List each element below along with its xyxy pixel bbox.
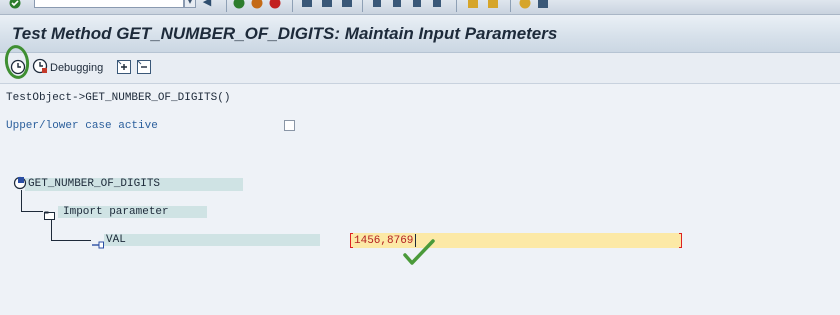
create-session-icon[interactable] (466, 0, 480, 9)
print-icon[interactable] (300, 0, 314, 9)
find-icon[interactable] (320, 0, 334, 9)
debugging-icon (32, 58, 48, 79)
command-field-dropdown-icon[interactable]: ▾ (184, 0, 196, 8)
method-node-icon (13, 176, 27, 190)
help-icon[interactable] (518, 0, 532, 9)
back-icon[interactable]: ◀ (200, 0, 214, 9)
input-bracket-left (350, 233, 353, 248)
toolbar-separator (292, 0, 293, 12)
toolbar-separator (510, 0, 511, 12)
test-object-path: TestObject->GET_NUMBER_OF_DIGITS() (6, 92, 231, 104)
command-field[interactable] (34, 0, 184, 8)
shortcut-icon[interactable] (486, 0, 500, 9)
title-bar: Test Method GET_NUMBER_OF_DIGITS: Mainta… (0, 15, 840, 53)
customize-layout-icon[interactable] (536, 0, 550, 9)
folder-icon (44, 207, 55, 220)
parameter-icon (92, 236, 104, 249)
previous-page-icon[interactable] (390, 0, 404, 9)
application-toolbar: Debugging (0, 43, 840, 84)
cancel-icon[interactable] (268, 0, 282, 9)
val-input[interactable] (350, 233, 682, 248)
first-page-icon[interactable] (370, 0, 384, 9)
debugging-button[interactable]: Debugging (32, 58, 104, 79)
find-next-icon[interactable] (340, 0, 354, 9)
green-check-annotation (403, 239, 435, 265)
tree-connector (21, 190, 22, 212)
back-green-icon[interactable] (232, 0, 246, 9)
tree-connector (21, 211, 43, 212)
debugging-label: Debugging (50, 62, 104, 74)
tree-node-highlight (104, 234, 320, 246)
execute-icon[interactable] (10, 59, 26, 75)
enter-icon[interactable] (8, 0, 22, 9)
tree-node-method[interactable]: GET_NUMBER_OF_DIGITS (28, 178, 160, 190)
exit-icon[interactable] (250, 0, 264, 9)
case-sensitive-label: Upper/lower case active (6, 120, 158, 132)
case-sensitive-checkbox[interactable] (284, 120, 295, 131)
last-page-icon[interactable] (430, 0, 444, 9)
toolbar-separator (362, 0, 363, 12)
next-page-icon[interactable] (410, 0, 424, 9)
tree-node-import-parameter[interactable]: Import parameter (63, 206, 169, 218)
toolbar-separator (456, 0, 457, 12)
tree-connector (51, 240, 91, 241)
toolbar-separator (226, 0, 227, 12)
tree-node-val[interactable]: VAL (106, 234, 126, 246)
expand-all-icon[interactable] (116, 59, 132, 75)
collapse-all-icon[interactable] (136, 59, 152, 75)
input-bracket-right (679, 233, 682, 248)
page-title: Test Method GET_NUMBER_OF_DIGITS: Mainta… (12, 24, 558, 43)
system-toolbar: ▾ ◀ (0, 0, 840, 15)
